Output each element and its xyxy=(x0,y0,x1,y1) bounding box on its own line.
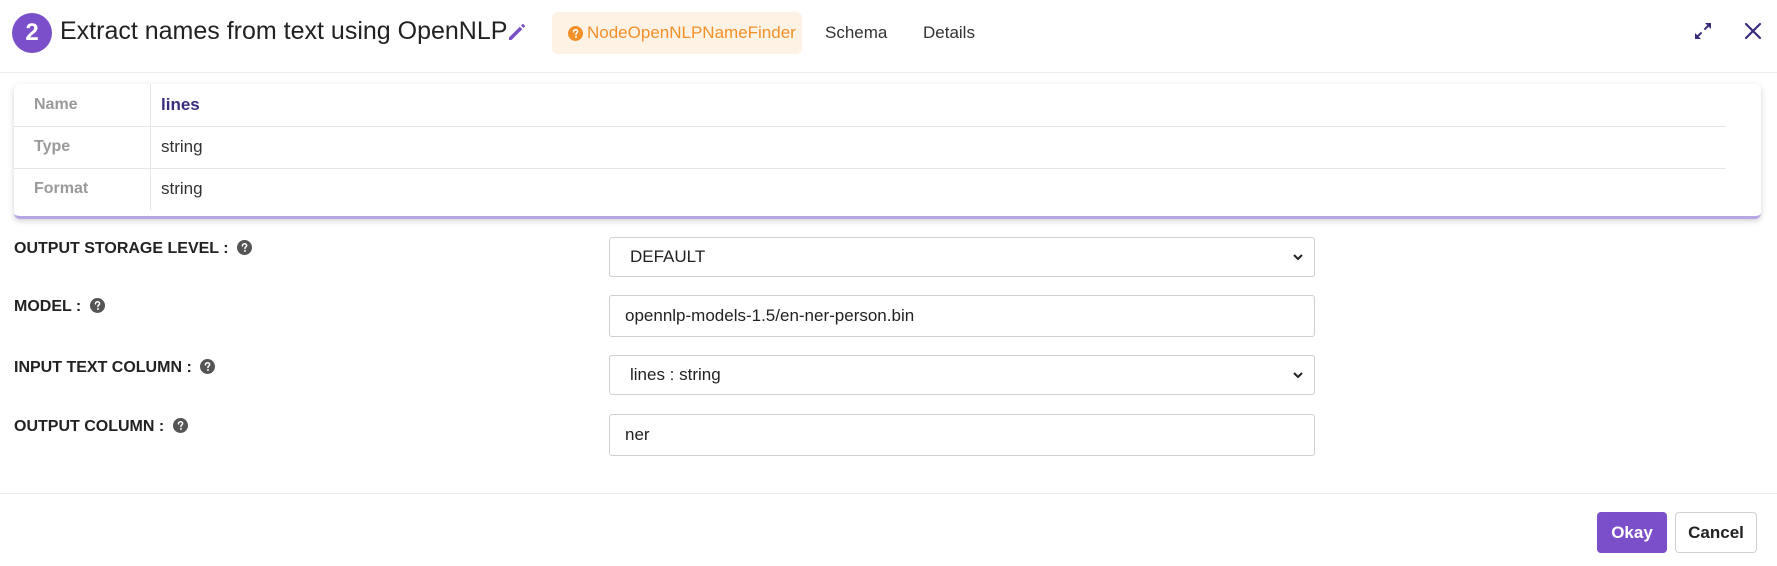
model-value: opennlp-models-1.5/en-ner-person.bin xyxy=(625,306,915,325)
tab-details[interactable]: Details xyxy=(923,12,975,54)
schema-row-format: Format string xyxy=(14,168,1726,210)
schema-key: Name xyxy=(14,84,151,126)
expand-icon[interactable] xyxy=(1692,20,1714,42)
cancel-button[interactable]: Cancel xyxy=(1675,512,1757,553)
schema-row-name: Name lines xyxy=(14,84,1726,127)
input-text-column-value: lines : string xyxy=(630,365,721,384)
tab-schema[interactable]: Schema xyxy=(825,12,887,54)
input-text-column-label-text: INPUT TEXT COLUMN : xyxy=(14,359,192,376)
dialog-header: 2 Extract names from text using OpenNLP … xyxy=(0,0,1777,73)
help-icon[interactable] xyxy=(172,418,188,433)
model-input[interactable]: opennlp-models-1.5/en-ner-person.bin xyxy=(609,295,1315,337)
model-label: MODEL : xyxy=(14,297,105,317)
question-circle-icon xyxy=(568,26,583,41)
edit-pencil-icon[interactable] xyxy=(505,20,529,44)
tab-node-type-label: NodeOpenNLPNameFinder xyxy=(587,23,796,42)
output-column-value: ner xyxy=(625,425,650,444)
output-column-label: OUTPUT COLUMN : xyxy=(14,417,188,437)
schema-table: Name lines Type string Format string xyxy=(14,84,1761,219)
close-icon[interactable] xyxy=(1741,19,1765,43)
output-storage-level-label-text: OUTPUT STORAGE LEVEL : xyxy=(14,240,229,257)
output-storage-level-select[interactable]: DEFAULT xyxy=(609,237,1315,277)
chevron-down-icon xyxy=(1293,372,1303,379)
step-number-badge: 2 xyxy=(12,13,52,53)
output-column-label-text: OUTPUT COLUMN : xyxy=(14,418,165,435)
chevron-down-icon xyxy=(1293,254,1303,261)
schema-key: Format xyxy=(14,168,151,210)
model-label-text: MODEL : xyxy=(14,298,82,315)
dialog-title: Extract names from text using OpenNLP xyxy=(60,17,508,45)
output-storage-level-label: OUTPUT STORAGE LEVEL : xyxy=(14,239,252,259)
help-icon[interactable] xyxy=(237,240,252,255)
output-storage-level-value: DEFAULT xyxy=(630,247,706,266)
schema-value: lines xyxy=(161,95,200,114)
input-text-column-select[interactable]: lines : string xyxy=(609,355,1315,395)
tab-node-type[interactable]: NodeOpenNLPNameFinder xyxy=(552,12,802,54)
output-column-input[interactable]: ner xyxy=(609,414,1315,456)
help-icon[interactable] xyxy=(89,298,105,313)
input-text-column-label: INPUT TEXT COLUMN : xyxy=(14,358,216,378)
schema-value: string xyxy=(161,179,203,198)
schema-key: Type xyxy=(14,126,151,168)
schema-value: string xyxy=(161,137,203,156)
okay-button[interactable]: Okay xyxy=(1597,512,1667,553)
footer-divider xyxy=(0,493,1777,494)
help-icon[interactable] xyxy=(200,359,216,374)
schema-row-type: Type string xyxy=(14,126,1726,169)
